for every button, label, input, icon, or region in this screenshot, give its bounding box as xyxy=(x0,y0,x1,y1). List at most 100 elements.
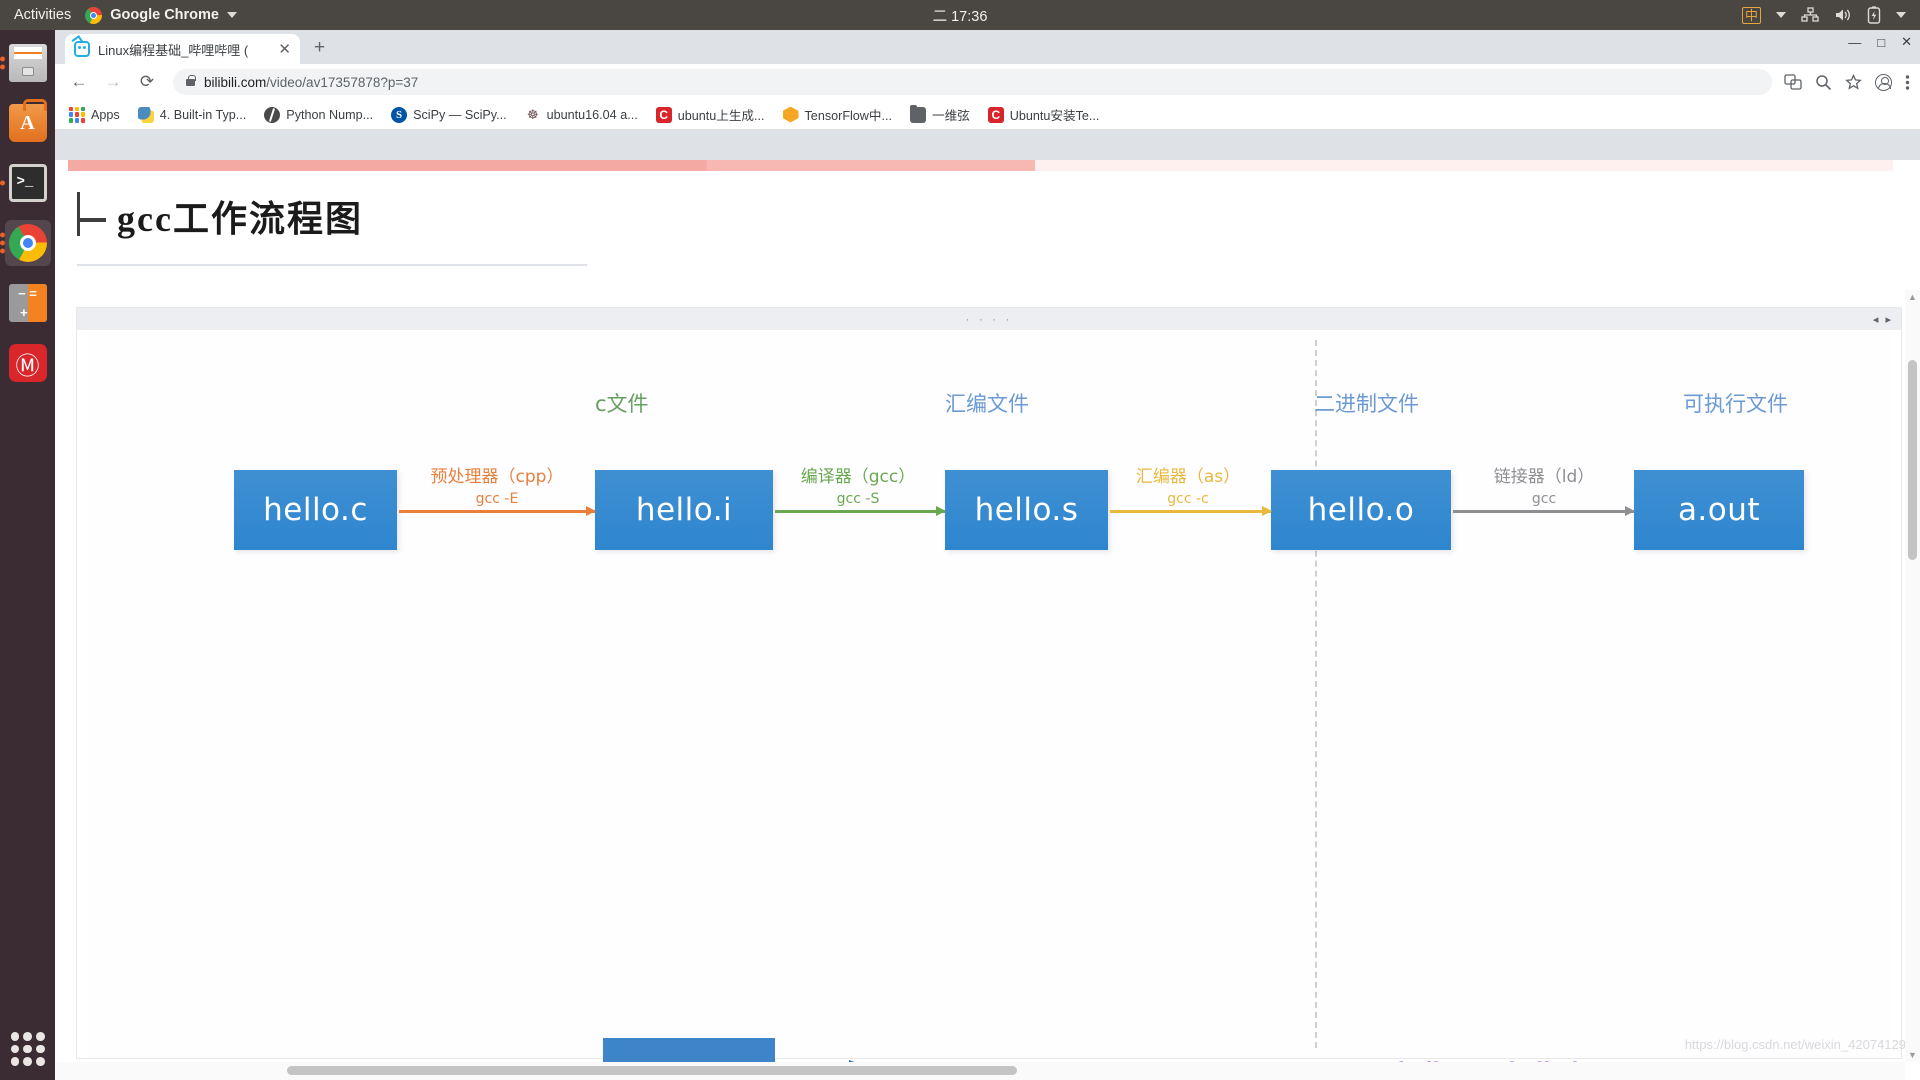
apps-grid-icon xyxy=(69,106,85,123)
tab-bilibili[interactable]: Linux编程基础_哔哩哔哩 ( ✕ xyxy=(65,34,300,64)
new-tab-button[interactable]: + xyxy=(314,38,325,57)
battery-icon[interactable] xyxy=(1867,6,1881,24)
vertical-scrollbar[interactable]: ▲ ▼ xyxy=(1905,290,1920,1062)
ime-indicator[interactable]: 中 xyxy=(1741,6,1761,24)
bookmark-ubuntu-install-te[interactable]: C Ubuntu安装Te... xyxy=(987,105,1100,124)
bookmark-builtin-types[interactable]: 4. Built-in Typ... xyxy=(137,106,247,123)
gnome-top-bar: Activities Google Chrome 二 17:36 中 xyxy=(0,0,1920,30)
connector-ld xyxy=(1453,506,1635,516)
title-bracket-icon xyxy=(77,192,80,236)
page-title: gcc工作流程图 xyxy=(77,190,587,266)
files-icon xyxy=(8,44,47,82)
clock-label: 二 17:36 xyxy=(932,8,988,25)
netease-music-icon xyxy=(8,344,47,382)
stage-label-c: c文件 xyxy=(595,392,649,416)
page-content: gcc工作流程图 · · · · ◂ ▸ c文件 汇编文件 二进制文件 可执行文… xyxy=(55,160,1920,1080)
volume-icon[interactable] xyxy=(1834,7,1852,23)
bookmark-star-icon[interactable] xyxy=(1845,73,1862,91)
reload-button[interactable]: ⟳ xyxy=(133,68,161,96)
forward-button[interactable]: → xyxy=(99,68,127,96)
dock-item-ubuntu-software[interactable] xyxy=(5,99,51,146)
scipy-icon: S xyxy=(391,106,408,123)
connector-gcc xyxy=(775,506,946,516)
ubuntu-dock xyxy=(0,30,55,1080)
node-hello-s: hello.s xyxy=(945,470,1108,550)
connector-label-gcc: 编译器（gcc） gcc -S xyxy=(800,467,916,507)
bookmark-scipy[interactable]: S SciPy — SciPy... xyxy=(391,106,507,123)
bookmark-tensorflow[interactable]: TensorFlow中... xyxy=(782,105,892,124)
csdn-icon: C xyxy=(987,106,1004,123)
browser-toolbar: ← → ⟳ bilibili.com/video/av17357878?p=37 xyxy=(55,64,1920,100)
bookmark-ubuntu1604[interactable]: ☸ ubuntu16.04 a... xyxy=(525,107,638,123)
bookmark-label: TensorFlow中... xyxy=(804,109,892,123)
app-menu[interactable]: Google Chrome xyxy=(85,6,237,24)
profile-avatar-icon[interactable] xyxy=(1875,73,1892,91)
bookmark-python-numpy[interactable]: Python Nump... xyxy=(264,106,374,123)
dock-item-google-chrome[interactable] xyxy=(0,220,51,266)
close-icon[interactable]: ✕ xyxy=(278,42,291,57)
tensorflow-icon xyxy=(782,106,799,123)
connector-label-cpp: 预处理器（cpp） gcc -E xyxy=(430,467,564,507)
translate-icon[interactable] xyxy=(1784,74,1802,90)
show-applications-button[interactable] xyxy=(10,1032,45,1066)
bookmark-apps[interactable]: Apps xyxy=(69,106,120,123)
tab-strip: Linux编程基础_哔哩哔哩 ( ✕ + — □ ✕ xyxy=(55,30,1920,64)
chevron-down-icon[interactable] xyxy=(226,12,237,18)
url-host: bilibili.com xyxy=(204,74,267,90)
connector-cpp xyxy=(399,506,596,516)
bookmark-label: 4. Built-in Typ... xyxy=(159,107,247,122)
zoom-icon[interactable] xyxy=(1815,74,1832,91)
address-bar[interactable]: bilibili.com/video/av17357878?p=37 xyxy=(173,69,1772,95)
scroll-down-icon[interactable]: ▼ xyxy=(1905,1048,1920,1062)
card-arrows-icon[interactable]: ◂ ▸ xyxy=(1873,313,1893,326)
running-indicator xyxy=(0,180,5,186)
lock-icon xyxy=(186,74,196,86)
bilibili-favicon xyxy=(74,41,90,57)
horizontal-scroll-thumb[interactable] xyxy=(287,1066,1017,1075)
terminal-icon xyxy=(8,164,47,202)
horizontal-scrollbar[interactable] xyxy=(55,1062,1905,1080)
csdn-icon: C xyxy=(655,106,672,123)
diagram-card: · · · · ◂ ▸ c文件 汇编文件 二进制文件 可执行文件 hello.c… xyxy=(77,308,1901,1080)
running-indicator xyxy=(0,56,5,70)
bookmark-ubuntu-generate[interactable]: C ubuntu上生成... xyxy=(655,105,765,124)
ubuntu-icon: ☸ xyxy=(526,106,539,122)
bookmark-label: Ubuntu安装Te... xyxy=(1009,109,1100,123)
dock-item-calculator[interactable] xyxy=(5,280,51,326)
stage-label-binary: 二进制文件 xyxy=(1314,392,1419,416)
bookmark-label: Python Nump... xyxy=(286,107,374,122)
title-dash-icon xyxy=(80,218,106,222)
bookmark-folder-yiweixian[interactable]: 一维弦 xyxy=(910,104,970,124)
minimize-button[interactable]: — xyxy=(1848,35,1861,50)
connector-label-ld: 链接器（ld） gcc xyxy=(1493,467,1595,507)
activities-button[interactable]: Activities xyxy=(14,7,71,23)
dock-item-terminal[interactable] xyxy=(0,160,51,206)
ime-chevron-down-icon[interactable] xyxy=(1776,12,1786,18)
network-icon[interactable] xyxy=(1801,7,1819,23)
globe-icon xyxy=(264,106,281,123)
card-drag-handle[interactable]: · · · · ◂ ▸ xyxy=(77,308,1901,330)
app-menu-label: Google Chrome xyxy=(110,7,219,23)
chrome-menu-icon[interactable] xyxy=(1905,74,1910,91)
connector-label-as: 汇编器（as） gcc -c xyxy=(1135,467,1241,507)
system-menu-chevron-down-icon[interactable] xyxy=(1896,12,1906,18)
scroll-up-icon[interactable]: ▲ xyxy=(1905,290,1920,304)
stage-label-asm: 汇编文件 xyxy=(945,392,1029,416)
node-hello-o: hello.o xyxy=(1271,470,1451,550)
bookmark-label: ubuntu上生成... xyxy=(677,109,765,123)
node-hello-c: hello.c xyxy=(234,470,397,550)
calculator-icon xyxy=(8,284,47,322)
ubuntu-software-icon xyxy=(8,99,47,142)
clock[interactable]: 二 17:36 xyxy=(845,5,1075,26)
chrome-icon xyxy=(85,6,103,24)
close-window-button[interactable]: ✕ xyxy=(1901,34,1912,50)
chrome-window: Linux编程基础_哔哩哔哩 ( ✕ + — □ ✕ ← → ⟳ bilibil… xyxy=(55,30,1920,1080)
vertical-scroll-thumb[interactable] xyxy=(1908,360,1917,560)
maximize-button[interactable]: □ xyxy=(1877,35,1885,50)
connector-as xyxy=(1110,506,1272,516)
python-icon xyxy=(137,106,154,123)
dock-item-files[interactable] xyxy=(0,40,51,86)
dock-item-netease-music[interactable] xyxy=(5,340,51,386)
page-title-text: gcc工作流程图 xyxy=(117,199,363,239)
back-button[interactable]: ← xyxy=(65,68,93,96)
